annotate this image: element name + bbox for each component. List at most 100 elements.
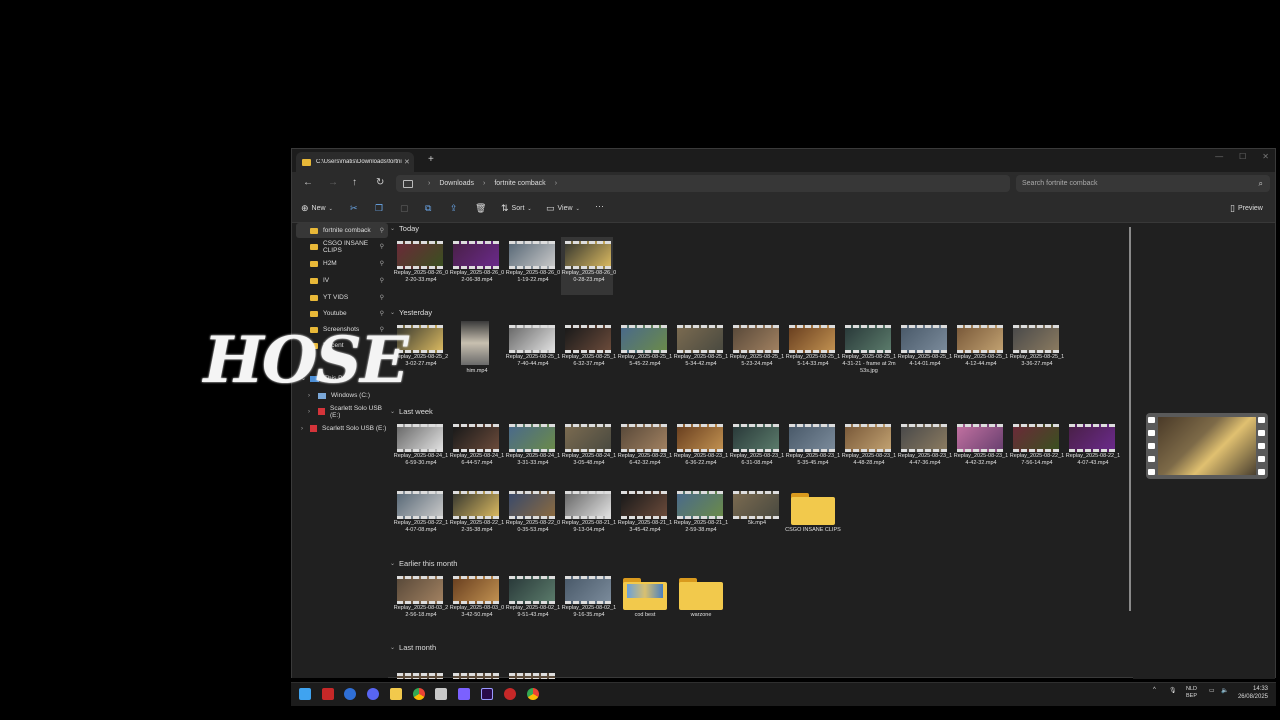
file-item[interactable]: Replay_2025-08-25_14-12-44.mp4 <box>953 321 1008 379</box>
file-item[interactable]: Replay_2025-08-25_15-34-42.mp4 <box>673 321 728 379</box>
volume-icon[interactable]: 🔈 <box>1221 687 1228 694</box>
file-item[interactable]: Replay_2025-08-26_00-28-23.mp4 <box>561 237 616 295</box>
file-item[interactable]: Replay_2025-08-23_16-36-22.mp4 <box>673 420 728 478</box>
file-item[interactable]: Replay_2025-08-24_13-31-33.mp4 <box>505 420 560 478</box>
sidebar-item-iv[interactable]: IV ⚲ <box>296 273 388 288</box>
paste-icon[interactable]: ▢ <box>400 203 409 214</box>
more-options-button[interactable]: ··· <box>595 201 604 211</box>
folder-item[interactable]: warzone <box>673 572 725 630</box>
video-thumbnail[interactable] <box>509 673 555 679</box>
sidebar-item-csgo-insane-clips[interactable]: CSGO INSANE CLIPS ⚲ <box>296 239 388 254</box>
file-item[interactable]: Replay_2025-08-26_01-19-22.mp4 <box>505 237 560 295</box>
file-item[interactable]: Replay_2025-08-02_19-16-35.mp4 <box>561 572 616 630</box>
file-item[interactable]: Replay_2025-08-23_14-47-36.mp4 <box>897 420 952 478</box>
clock[interactable]: 14:33 26/08/2025 <box>1238 685 1268 701</box>
file-item[interactable]: Replay_2025-08-23_14-48-28.mp4 <box>841 420 896 478</box>
sidebar-item-yt-vids[interactable]: YT VIDS ⚲ <box>296 290 388 305</box>
preview-button[interactable]: ▯ Preview <box>1230 203 1263 214</box>
chrome-icon[interactable] <box>413 688 425 700</box>
file-item[interactable]: Replay_2025-08-25_15-45-22.mp4 <box>617 321 672 379</box>
app-icon[interactable] <box>435 688 447 700</box>
sidebar-item-h2m[interactable]: H2M ⚲ <box>296 256 388 271</box>
sort-button[interactable]: ⇅ Sort ⌄ <box>501 203 532 214</box>
refresh-icon[interactable]: ↻ <box>376 177 384 188</box>
sidebar-item-scarlett-usb-root[interactable]: › Scarlett Solo USB (E:) <box>296 421 388 436</box>
new-tab-button[interactable]: + <box>428 154 434 165</box>
language-indicator[interactable]: NLD BEP <box>1186 686 1197 700</box>
sidebar-item-fortnite-comback[interactable]: fortnite comback ⚲ <box>296 223 388 238</box>
chevron-right-icon[interactable]: › <box>301 426 303 432</box>
new-button[interactable]: ⊕ New ⌄ <box>301 203 333 214</box>
file-item[interactable]: Replay_2025-08-22_12-35-38.mp4 <box>449 487 504 545</box>
chevron-down-icon[interactable]: ⌄ <box>390 644 395 651</box>
video-thumbnail[interactable] <box>453 673 499 679</box>
file-item[interactable]: Replay_2025-08-25_16-32-37.mp4 <box>561 321 616 379</box>
share-icon[interactable]: ⇪ <box>450 203 458 214</box>
video-thumbnail[interactable] <box>397 673 443 679</box>
view-button[interactable]: ▭ View ⌄ <box>546 203 580 214</box>
file-item[interactable]: him.mp4 <box>449 321 501 379</box>
group-header[interactable]: ⌄ Earlier this month <box>390 559 457 568</box>
file-item[interactable]: Replay_2025-08-03_22-56-18.mp4 <box>393 572 448 630</box>
chevron-down-icon[interactable]: ⌄ <box>390 560 395 567</box>
file-item[interactable]: Replay_2025-08-26_02-20-33.mp4 <box>393 237 448 295</box>
file-item[interactable]: Replay_2025-08-25_15-23-24.mp4 <box>729 321 784 379</box>
file-item[interactable]: Replay_2025-08-24_16-59-30.mp4 <box>393 420 448 478</box>
file-item[interactable]: Replay_2025-08-25_14-14-01.mp4 <box>897 321 952 379</box>
file-item[interactable]: Replay_2025-08-21_12-59-38.mp4 <box>673 487 728 545</box>
breadcrumb-fortnite-comback[interactable]: fortnite comback <box>494 180 545 187</box>
delete-icon[interactable]: 🗑 <box>475 203 486 214</box>
file-item[interactable]: Replay_2025-08-03_03-42-50.mp4 <box>449 572 504 630</box>
breadcrumb-downloads[interactable]: Downloads <box>439 180 474 187</box>
discord-icon[interactable] <box>367 688 379 700</box>
group-header[interactable]: ⌄ Last month <box>390 643 436 652</box>
file-item[interactable]: Replay_2025-08-25_14-31-21 - frame at 2m… <box>841 321 896 387</box>
file-item[interactable]: Replay_2025-08-22_14-07-43.mp4 <box>1065 420 1120 478</box>
file-item[interactable]: Replay_2025-08-24_13-05-48.mp4 <box>561 420 616 478</box>
file-item[interactable]: Replay_2025-08-23_15-35-45.mp4 <box>785 420 840 478</box>
minimize-button[interactable]: — <box>1215 152 1223 161</box>
file-item[interactable]: Replay_2025-08-23_16-31-08.mp4 <box>729 420 784 478</box>
file-item[interactable]: Replay_2025-08-22_17-56-14.mp4 <box>1009 420 1064 478</box>
group-header[interactable]: ⌄ Today <box>390 224 419 233</box>
file-item[interactable]: Replay_2025-08-25_13-36-27.mp4 <box>1009 321 1064 379</box>
chevron-down-icon[interactable]: ⌄ <box>390 225 395 232</box>
close-button[interactable]: ✕ <box>1262 152 1269 161</box>
file-item[interactable]: Replay_2025-08-25_15-14-33.mp4 <box>785 321 840 379</box>
folder-item[interactable]: cod best <box>617 572 669 630</box>
chrome-icon[interactable] <box>527 688 539 700</box>
file-item[interactable]: Replay_2025-08-23_14-42-32.mp4 <box>953 420 1008 478</box>
cut-icon[interactable]: ✂ <box>350 203 358 214</box>
file-item[interactable]: Replay_2025-08-23_16-42-32.mp4 <box>617 420 672 478</box>
tab-close-icon[interactable]: ✕ <box>404 158 410 166</box>
controller-icon[interactable] <box>458 688 470 700</box>
file-item[interactable]: 5k.mp4 <box>729 487 781 545</box>
search-icon[interactable]: ⌕ <box>1259 179 1263 189</box>
up-arrow-icon[interactable]: ↑ <box>352 177 357 188</box>
back-arrow-icon[interactable]: ← <box>303 177 313 188</box>
file-item[interactable]: Replay_2025-08-22_00-35-53.mp4 <box>505 487 560 545</box>
file-item[interactable]: Replay_2025-08-21_19-13-04.mp4 <box>561 487 616 545</box>
address-bar[interactable]: › Downloads › fortnite comback › <box>396 175 1010 192</box>
copy-icon[interactable]: ❐ <box>375 203 383 214</box>
tray-chevron-icon[interactable]: ^ <box>1153 687 1156 693</box>
file-item[interactable]: Replay_2025-08-24_16-44-57.mp4 <box>449 420 504 478</box>
app-icon[interactable] <box>344 688 356 700</box>
rename-icon[interactable]: ⧉ <box>425 203 431 214</box>
forward-arrow-icon[interactable]: → <box>328 177 338 188</box>
file-item[interactable]: Replay_2025-08-02_19-51-43.mp4 <box>505 572 560 630</box>
search-input[interactable]: Search fortnite comback ⌕ <box>1016 175 1270 192</box>
file-item[interactable]: Replay_2025-08-21_13-45-42.mp4 <box>617 487 672 545</box>
tab-fortnite-comback[interactable]: C:\Users\matis\Downloads\fortnite combac… <box>296 152 414 172</box>
file-item[interactable]: Replay_2025-08-26_02-06-38.mp4 <box>449 237 504 295</box>
maximize-button[interactable]: ☐ <box>1239 152 1246 161</box>
vertical-scrollbar[interactable] <box>1129 227 1131 611</box>
folder-item[interactable]: CSGO INSANE CLIPS <box>785 487 841 545</box>
microphone-icon[interactable]: 🎙 <box>1169 687 1177 694</box>
file-item[interactable]: Replay_2025-08-25_17-40-44.mp4 <box>505 321 560 379</box>
news-app-icon[interactable] <box>322 688 334 700</box>
file-item[interactable]: Replay_2025-08-22_14-07-08.mp4 <box>393 487 448 545</box>
premiere-pro-icon[interactable] <box>481 688 493 700</box>
file-explorer-icon[interactable] <box>390 688 402 700</box>
start-windows-icon[interactable] <box>299 688 311 700</box>
